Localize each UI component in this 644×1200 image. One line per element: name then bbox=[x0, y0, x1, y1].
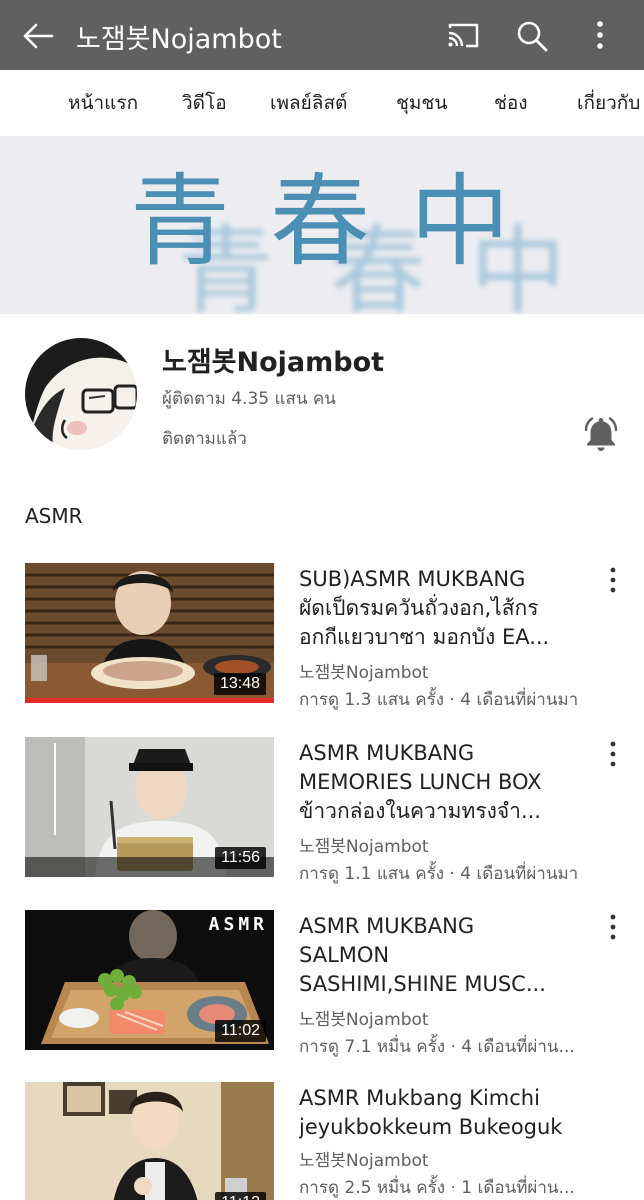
bell-icon[interactable] bbox=[584, 416, 618, 452]
section-title: ASMR bbox=[25, 504, 83, 528]
video-title-line: ASMR MUKBANG bbox=[299, 914, 475, 938]
back-arrow-icon[interactable] bbox=[22, 22, 54, 50]
app-bar: 노잼봇Nojambot bbox=[0, 0, 644, 70]
channel-title: 노잼봇Nojambot bbox=[76, 24, 282, 55]
avatar-illustration bbox=[25, 338, 137, 450]
video-title-line: ผัดเป็ดรมควันถั่วงอก,ไส้กร bbox=[299, 596, 539, 620]
video-item[interactable]: ASMR 11:02 ASMR MUKBANG SALMON SASHIMI,S… bbox=[0, 910, 644, 1060]
subscriber-count: ผู้ติดตาม 4.35 แสน คน bbox=[162, 389, 336, 409]
video-duration: 11:56 bbox=[215, 847, 266, 869]
video-item[interactable]: 13:48 SUB)ASMR MUKBANG ผัดเป็ดรมควันถั่ว… bbox=[0, 563, 644, 713]
video-title-line: ASMR MUKBANG bbox=[299, 741, 475, 765]
video-duration: 11:12 bbox=[215, 1192, 266, 1200]
video-title-line: ข้าวกล่องในความทรงจำ... bbox=[299, 799, 541, 823]
video-meta: การดู 1.1 แสน ครั้ง · 4 เดือนที่ผ่านมา bbox=[299, 864, 579, 884]
more-vertical-icon[interactable] bbox=[590, 20, 610, 50]
video-title[interactable]: ASMR MUKBANG SALMON SASHIMI,SHINE MUSC..… bbox=[299, 912, 604, 999]
tab-videos[interactable]: วิดีโอ bbox=[182, 88, 227, 118]
tab-playlists[interactable]: เพลย์ลิสต์ bbox=[270, 88, 347, 118]
tab-home[interactable]: หน้าแรก bbox=[68, 88, 138, 118]
video-title[interactable]: ASMR MUKBANG MEMORIES LUNCH BOX ข้าวกล่อ… bbox=[299, 739, 604, 826]
video-title-line: SASHIMI,SHINE MUSC... bbox=[299, 972, 546, 996]
video-title-line: jeyukbokkeum Bukeoguk bbox=[299, 1115, 563, 1139]
video-item[interactable]: 11:12 ASMR Mukbang Kimchi jeyukbokkeum B… bbox=[0, 1082, 644, 1200]
video-title-line: อกกีแยวบาซา มอกบัง EA... bbox=[299, 625, 550, 649]
video-meta: การดู 1.3 แสน ครั้ง · 4 เดือนที่ผ่านมา bbox=[299, 690, 579, 710]
banner-art: 青 春 中 青春中 bbox=[130, 163, 566, 314]
video-duration: 11:02 bbox=[215, 1020, 266, 1042]
more-vertical-icon[interactable] bbox=[606, 565, 620, 595]
more-vertical-icon[interactable] bbox=[606, 912, 620, 942]
video-duration: 13:48 bbox=[213, 673, 266, 695]
channel-tabs: หน้าแรก วิดีโอ เพลย์ลิสต์ ชุมชน ช่อง เกี… bbox=[0, 70, 644, 136]
video-channel-name: 노잼봇Nojambot bbox=[299, 1151, 429, 1171]
tab-community[interactable]: ชุมชน bbox=[396, 88, 447, 118]
video-title-line: SALMON bbox=[299, 943, 390, 967]
video-channel-name: 노잼봇Nojambot bbox=[299, 1010, 429, 1030]
video-title-line: ASMR Mukbang Kimchi bbox=[299, 1086, 540, 1110]
cast-icon[interactable] bbox=[446, 21, 480, 49]
video-title-line: MEMORIES LUNCH BOX bbox=[299, 770, 542, 794]
tab-about[interactable]: เกี่ยวกับ bbox=[577, 88, 640, 118]
video-channel-name: 노잼봇Nojambot bbox=[299, 663, 429, 683]
video-title[interactable]: SUB)ASMR MUKBANG ผัดเป็ดรมควันถั่วงอก,ไส… bbox=[299, 565, 604, 652]
video-thumbnail[interactable]: 13:48 bbox=[25, 563, 274, 703]
avatar[interactable] bbox=[25, 338, 137, 450]
video-channel-name: 노잼봇Nojambot bbox=[299, 837, 429, 857]
video-meta: การดู 7.1 หมื่น ครั้ง · 4 เดือนที่ผ่าน..… bbox=[299, 1037, 575, 1057]
thumbnail-caption: ASMR bbox=[208, 914, 268, 935]
channel-banner: 青 春 中 青春中 bbox=[0, 136, 644, 314]
subscribed-status[interactable]: ติดตามแล้ว bbox=[162, 425, 247, 452]
thumbnail-image bbox=[25, 1082, 274, 1200]
tab-channels[interactable]: ช่อง bbox=[494, 88, 528, 118]
video-meta: การดู 2.5 หมื่น ครั้ง · 1 เดือนที่ผ่าน..… bbox=[299, 1178, 575, 1198]
banner-title: 青春中 bbox=[130, 163, 550, 280]
search-icon[interactable] bbox=[516, 20, 548, 52]
video-thumbnail[interactable]: 11:12 bbox=[25, 1082, 274, 1200]
more-vertical-icon[interactable] bbox=[606, 739, 620, 769]
watch-progress-bar bbox=[25, 698, 274, 703]
video-thumbnail[interactable]: ASMR 11:02 bbox=[25, 910, 274, 1050]
video-item[interactable]: 11:56 ASMR MUKBANG MEMORIES LUNCH BOX ข้… bbox=[0, 737, 644, 887]
channel-name: 노잼봇Nojambot bbox=[162, 347, 385, 378]
video-title-line: SUB)ASMR MUKBANG bbox=[299, 567, 526, 591]
video-title[interactable]: ASMR Mukbang Kimchi jeyukbokkeum Bukeogu… bbox=[299, 1084, 604, 1142]
video-thumbnail[interactable]: 11:56 bbox=[25, 737, 274, 877]
